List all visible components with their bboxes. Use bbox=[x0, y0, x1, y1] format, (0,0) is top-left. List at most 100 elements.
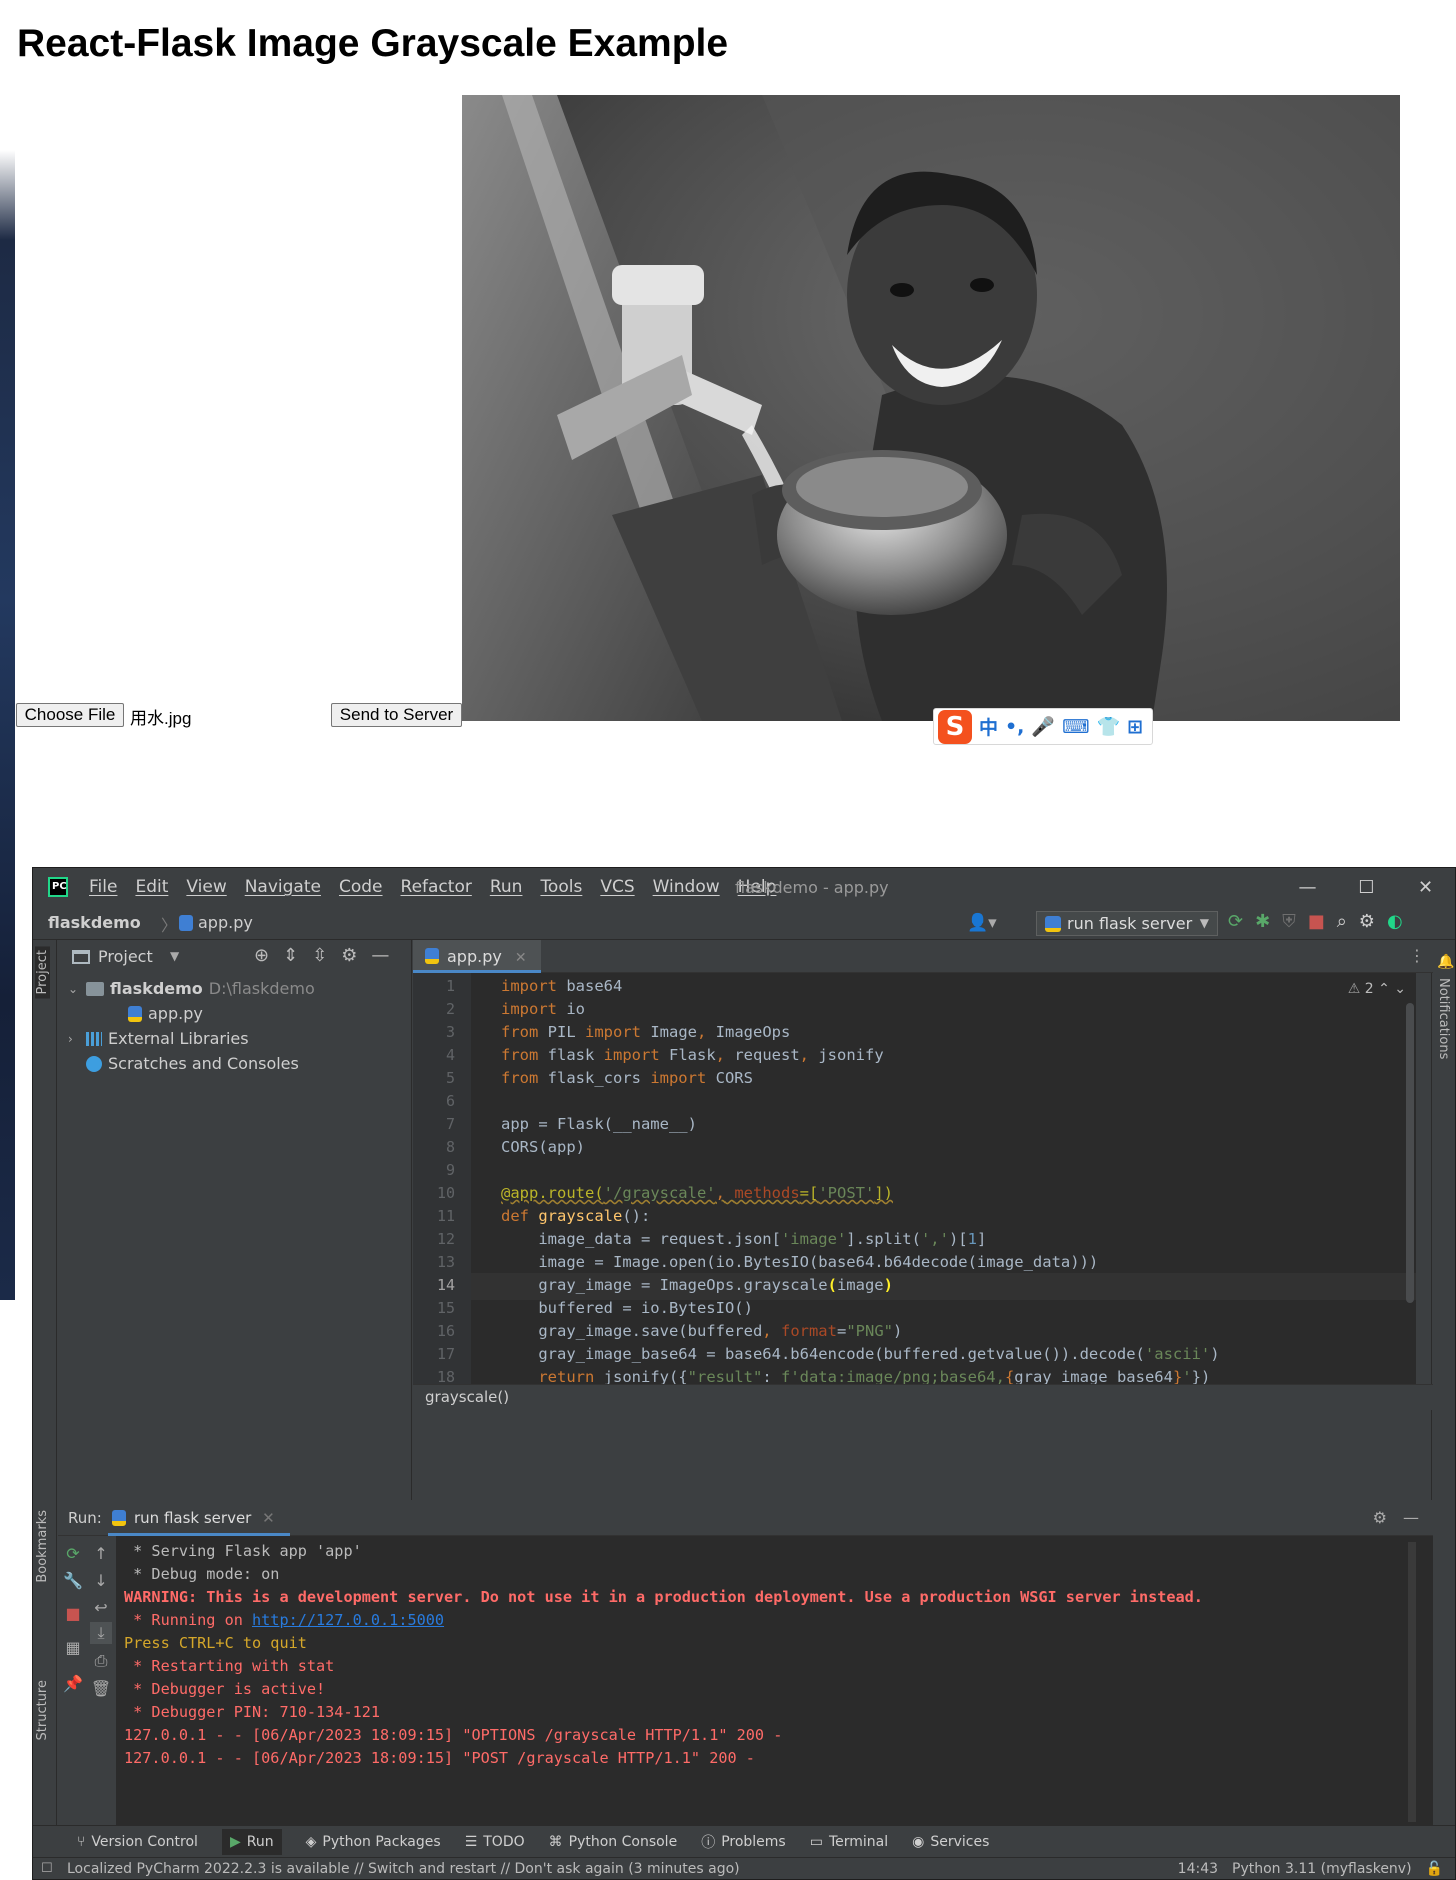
bookmarks-tool-tab[interactable]: Bookmarks bbox=[35, 1510, 50, 1583]
collapse-all-icon[interactable]: ⇳ bbox=[312, 945, 327, 966]
layout-icon[interactable]: ▦ bbox=[62, 1636, 84, 1658]
python-config-icon bbox=[1045, 916, 1061, 932]
menu-file[interactable]: File bbox=[89, 877, 117, 897]
tool-services[interactable]: ◉ Services bbox=[912, 1834, 989, 1850]
trash-icon[interactable]: 🗑 bbox=[90, 1677, 112, 1699]
editor-scrollbar[interactable] bbox=[1406, 1003, 1414, 1303]
tree-scratches-label: Scratches and Consoles bbox=[108, 1054, 299, 1073]
ime-keyboard-icon[interactable]: ⌨ bbox=[1062, 716, 1089, 738]
gear-icon[interactable]: ⚙ bbox=[341, 945, 357, 966]
tool-python-console[interactable]: ⌘ Python Console bbox=[549, 1834, 678, 1850]
hide-panel-icon[interactable]: — bbox=[371, 945, 389, 966]
soft-wrap-icon[interactable]: ↩ bbox=[90, 1596, 112, 1618]
ime-toolbox-icon[interactable]: ⊞ bbox=[1127, 716, 1143, 738]
server-url-link[interactable]: http://127.0.0.1:5000 bbox=[252, 1611, 444, 1629]
pin-icon[interactable]: 📌 bbox=[62, 1672, 84, 1694]
choose-file-button[interactable]: Choose File bbox=[16, 703, 124, 727]
debug-icon[interactable]: ✱ bbox=[1255, 911, 1270, 932]
tool-version-control[interactable]: ⑂ Version Control bbox=[77, 1834, 198, 1850]
close-icon[interactable]: ✕ bbox=[262, 1509, 275, 1527]
rerun-icon[interactable]: ⟳ bbox=[1228, 911, 1243, 932]
locate-file-icon[interactable]: ⊕ bbox=[254, 945, 269, 966]
line-number: 11 bbox=[436, 1207, 455, 1225]
code-breadcrumb-bar: grayscale() bbox=[413, 1384, 1433, 1410]
menu-vcs[interactable]: VCS bbox=[600, 877, 634, 897]
selected-file-name: 用水.jpg bbox=[130, 709, 192, 728]
menu-tools[interactable]: Tools bbox=[540, 877, 582, 897]
console-output[interactable]: * Serving Flask app 'app' * Debug mode: … bbox=[118, 1536, 1418, 1825]
menu-run[interactable]: Run bbox=[490, 877, 523, 897]
code-editor[interactable]: import base64 import io from PIL import … bbox=[471, 973, 1416, 1384]
ime-logo-icon[interactable]: S bbox=[938, 709, 972, 744]
menu-edit[interactable]: Edit bbox=[135, 877, 168, 897]
ime-microphone-icon[interactable]: 🎤 bbox=[1031, 715, 1055, 738]
maximize-button[interactable]: ☐ bbox=[1337, 868, 1396, 906]
tool-label: Run bbox=[246, 1833, 274, 1850]
ime-toolbar[interactable]: S 中 •, 🎤 ⌨ 👕 ⊞ bbox=[933, 708, 1153, 745]
run-configuration-select[interactable]: run flask server ▼ bbox=[1036, 911, 1218, 936]
run-tab-label: run flask server bbox=[134, 1509, 252, 1527]
scroll-to-end-icon[interactable]: ⤓ bbox=[90, 1622, 112, 1644]
menu-navigate[interactable]: Navigate bbox=[245, 877, 321, 897]
arrow-down-icon[interactable]: ↓ bbox=[90, 1569, 112, 1591]
inspection-widget[interactable]: ⚠ 2 ⌃ ⌄ bbox=[1348, 981, 1406, 997]
wrench-icon[interactable]: 🔧 bbox=[62, 1569, 84, 1591]
line-number: 12 bbox=[436, 1230, 455, 1248]
console-scrollbar[interactable] bbox=[1408, 1542, 1416, 1822]
menu-view[interactable]: View bbox=[186, 877, 226, 897]
notifications-tool-tab[interactable]: Notifications bbox=[1436, 978, 1451, 1059]
close-icon[interactable]: ✕ bbox=[515, 950, 527, 966]
stop-icon[interactable]: ■ bbox=[1308, 911, 1325, 932]
arrow-up-icon[interactable]: ↑ bbox=[90, 1542, 112, 1564]
menu-code[interactable]: Code bbox=[339, 877, 383, 897]
code-line: from flask_cors import CORS bbox=[501, 1069, 753, 1087]
breadcrumb-project[interactable]: flaskdemo bbox=[48, 913, 141, 932]
minimize-button[interactable]: — bbox=[1278, 868, 1337, 906]
send-to-server-button[interactable]: Send to Server bbox=[331, 703, 462, 727]
menu-refactor[interactable]: Refactor bbox=[401, 877, 472, 897]
tab-app-py[interactable]: app.py ✕ bbox=[413, 940, 541, 973]
status-toggle-icon[interactable]: ☐ bbox=[41, 1861, 53, 1876]
breadcrumb-file[interactable]: app.py bbox=[198, 913, 253, 932]
ime-chinese-mode-icon[interactable]: 中 bbox=[979, 713, 998, 740]
main-menu: File Edit View Navigate Code Refactor Ru… bbox=[89, 877, 776, 897]
more-vertical-icon[interactable]: ⋮ bbox=[1409, 946, 1425, 965]
tool-terminal[interactable]: ▭ Terminal bbox=[810, 1834, 888, 1850]
tool-todo[interactable]: ☰ TODO bbox=[465, 1834, 525, 1850]
python-interpreter[interactable]: Python 3.11 (myflaskenv) bbox=[1232, 1861, 1412, 1877]
lock-icon[interactable]: 🔓 bbox=[1426, 1861, 1443, 1877]
structure-tool-tab[interactable]: Structure bbox=[35, 1680, 50, 1740]
caret-position[interactable]: 14:43 bbox=[1178, 1861, 1218, 1877]
tool-python-packages[interactable]: ◈ Python Packages bbox=[306, 1834, 441, 1850]
hide-panel-icon[interactable]: — bbox=[1403, 1508, 1419, 1527]
gear-icon[interactable]: ⚙ bbox=[1373, 1508, 1387, 1527]
print-icon[interactable]: ⎙ bbox=[90, 1650, 112, 1672]
project-tool-tab[interactable]: Project bbox=[35, 946, 50, 999]
bell-icon[interactable]: 🔔 bbox=[1437, 954, 1454, 970]
coverage-icon[interactable]: ⛨ bbox=[1282, 911, 1296, 932]
rerun-icon[interactable]: ⟳ bbox=[62, 1542, 84, 1564]
ime-skin-icon[interactable]: 👕 bbox=[1097, 715, 1121, 738]
chevron-up-icon[interactable]: ⌃ bbox=[1378, 981, 1390, 997]
run-tab[interactable]: run flask server ✕ bbox=[108, 1500, 290, 1536]
ime-punctuation-icon[interactable]: •, bbox=[1005, 716, 1024, 738]
jetbrains-icon[interactable]: ◐ bbox=[1387, 911, 1403, 932]
search-icon[interactable]: ⌕ bbox=[1337, 911, 1347, 932]
expand-all-icon[interactable]: ⇕ bbox=[283, 945, 298, 966]
tree-item-app-py[interactable]: app.py bbox=[128, 1001, 203, 1026]
status-message[interactable]: Localized PyCharm 2022.2.3 is available … bbox=[67, 1861, 740, 1877]
project-view-select[interactable]: Project bbox=[98, 947, 153, 966]
tree-item-scratches[interactable]: Scratches and Consoles bbox=[86, 1051, 299, 1076]
close-window-button[interactable]: ✕ bbox=[1396, 868, 1455, 906]
tree-item-project-root[interactable]: ⌄ flaskdemo D:\flaskdemo bbox=[68, 976, 315, 1001]
tree-item-external-libraries[interactable]: › External Libraries bbox=[68, 1026, 249, 1051]
tool-run[interactable]: ▶ Run bbox=[221, 1828, 282, 1855]
user-account-icon[interactable]: 👤▾ bbox=[967, 913, 997, 933]
menu-window[interactable]: Window bbox=[653, 877, 720, 897]
chevron-down-icon[interactable]: ⌄ bbox=[1394, 981, 1406, 997]
tool-problems[interactable]: ⓘ Problems bbox=[701, 1832, 786, 1852]
stop-icon[interactable]: ■ bbox=[62, 1602, 84, 1624]
breadcrumb-function[interactable]: grayscale() bbox=[425, 1388, 509, 1406]
chevron-down-icon[interactable]: ▼ bbox=[170, 949, 179, 963]
gear-icon[interactable]: ⚙ bbox=[1359, 911, 1375, 932]
